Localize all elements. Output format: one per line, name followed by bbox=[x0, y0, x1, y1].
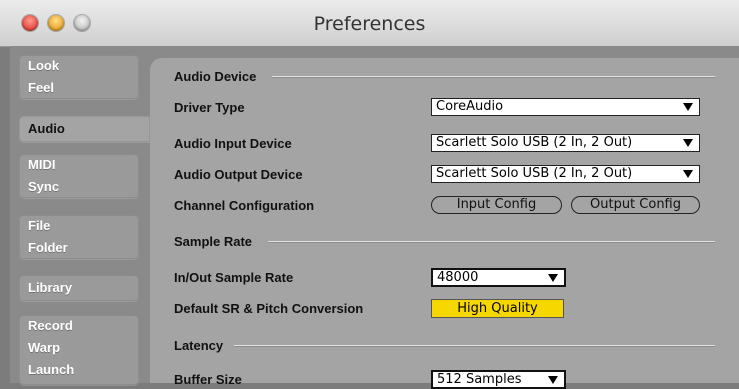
audio-input-device-select[interactable]: Scarlett Solo USB (2 In, 2 Out) bbox=[431, 134, 700, 152]
audio-preferences-panel: Audio Device Driver Type CoreAudio Audio… bbox=[150, 58, 739, 389]
section-title-latency: Latency bbox=[174, 338, 224, 353]
buffer-size-value: 512 Samples bbox=[437, 372, 522, 387]
driver-type-value: CoreAudio bbox=[436, 99, 504, 114]
window-title: Preferences bbox=[313, 13, 426, 35]
chevron-down-icon bbox=[683, 170, 693, 178]
channel-configuration-label: Channel Configuration bbox=[174, 198, 315, 213]
driver-type-select[interactable]: CoreAudio bbox=[431, 98, 700, 116]
tab-record-warp-launch[interactable]: Record Warp Launch bbox=[19, 315, 139, 385]
in-out-sample-rate-select[interactable]: 48000 bbox=[431, 268, 566, 287]
in-out-sample-rate-label: In/Out Sample Rate bbox=[174, 270, 294, 285]
tab-label: Look bbox=[28, 58, 60, 73]
audio-output-device-value: Scarlett Solo USB (2 In, 2 Out) bbox=[436, 166, 633, 181]
tab-library[interactable]: Library bbox=[19, 275, 139, 301]
section-divider bbox=[234, 345, 715, 347]
chevron-down-icon bbox=[683, 139, 693, 147]
preferences-sidebar: Look Feel Audio MIDI Sync File Folder Li… bbox=[10, 46, 150, 385]
section-divider bbox=[268, 241, 715, 243]
audio-output-device-label: Audio Output Device bbox=[174, 167, 303, 182]
tab-label: Warp bbox=[28, 340, 61, 355]
audio-input-device-value: Scarlett Solo USB (2 In, 2 Out) bbox=[436, 135, 633, 150]
buffer-size-label: Buffer Size bbox=[174, 372, 242, 387]
section-divider bbox=[272, 76, 715, 78]
driver-type-label: Driver Type bbox=[174, 100, 245, 115]
section-title-sample-rate: Sample Rate bbox=[174, 234, 253, 249]
tab-label: Folder bbox=[28, 240, 68, 255]
tab-label: Audio bbox=[28, 121, 65, 136]
input-config-button[interactable]: Input Config bbox=[431, 196, 562, 214]
tab-label: Sync bbox=[28, 179, 60, 194]
audio-output-device-select[interactable]: Scarlett Solo USB (2 In, 2 Out) bbox=[431, 165, 700, 183]
chevron-down-icon bbox=[683, 103, 693, 111]
output-config-button[interactable]: Output Config bbox=[571, 196, 700, 214]
tab-label: MIDI bbox=[28, 157, 56, 172]
tab-label: Record bbox=[28, 318, 73, 333]
tab-label: File bbox=[28, 218, 51, 233]
tab-label: Library bbox=[28, 280, 73, 295]
tab-midi-sync[interactable]: MIDI Sync bbox=[19, 154, 139, 198]
in-out-sample-rate-value: 48000 bbox=[437, 270, 479, 285]
section-title-audio-device: Audio Device bbox=[174, 69, 257, 84]
preferences-content: Look Feel Audio MIDI Sync File Folder Li… bbox=[10, 46, 739, 389]
title-bar[interactable]: Preferences bbox=[0, 0, 739, 47]
audio-input-device-label: Audio Input Device bbox=[174, 136, 292, 151]
chevron-down-icon bbox=[548, 274, 558, 282]
high-quality-toggle[interactable]: High Quality bbox=[431, 299, 564, 318]
tab-look-feel[interactable]: Look Feel bbox=[19, 55, 139, 99]
default-sr-pitch-conversion-label: Default SR & Pitch Conversion bbox=[174, 301, 364, 316]
buffer-size-select[interactable]: 512 Samples bbox=[431, 370, 566, 389]
tab-label: Feel bbox=[28, 80, 55, 95]
tab-label: Launch bbox=[28, 362, 75, 377]
tab-audio[interactable]: Audio bbox=[19, 116, 150, 142]
tab-file-folder[interactable]: File Folder bbox=[19, 215, 139, 259]
